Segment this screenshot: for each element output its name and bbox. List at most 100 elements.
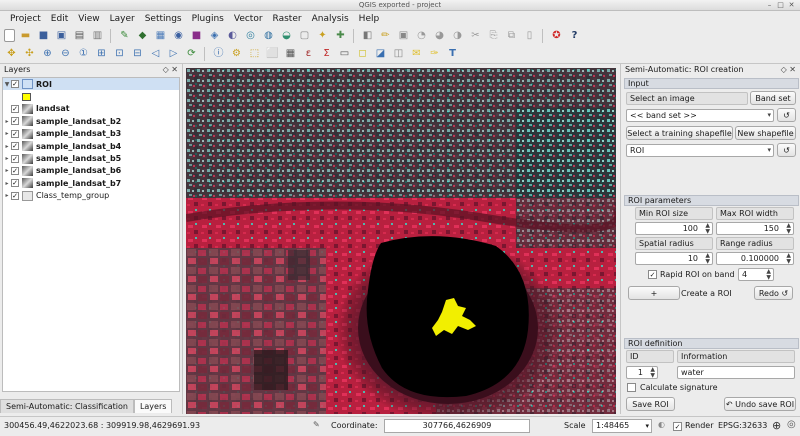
spatial-radius-spinbox[interactable]: 10 ▲ ▼ bbox=[635, 252, 713, 265]
pan-icon[interactable]: ✥ bbox=[4, 47, 19, 62]
tab-semi-automatic-classification[interactable]: Semi-Automatic: Classification bbox=[0, 399, 134, 413]
field-calculator-icon[interactable]: ε bbox=[301, 47, 316, 62]
menu-raster[interactable]: Raster bbox=[268, 14, 307, 24]
layer-row-roi[interactable]: ▼ ✓ ROI bbox=[3, 78, 179, 91]
pan-to-selection-icon[interactable]: ✣ bbox=[22, 47, 37, 62]
minimize-icon[interactable]: – bbox=[765, 1, 774, 10]
layer-row-b7[interactable]: ▸ ✓ sample_landsat_b7 bbox=[3, 177, 179, 189]
expand-arrow-icon[interactable]: ▸ bbox=[3, 180, 11, 187]
zoom-next-icon[interactable]: ▷ bbox=[166, 47, 181, 62]
expand-arrow-icon[interactable]: ▸ bbox=[3, 118, 11, 125]
rapid-roi-checkbox[interactable]: ✓ bbox=[648, 270, 657, 279]
zoom-last-icon[interactable]: ◁ bbox=[148, 47, 163, 62]
expand-arrow-icon[interactable]: ▸ bbox=[3, 155, 11, 162]
run-feature-action-icon[interactable]: ⚙ bbox=[229, 47, 244, 62]
min-roi-size-spinbox[interactable]: 100 ▲ ▼ bbox=[635, 222, 713, 235]
digitize-icon[interactable]: ✎ bbox=[117, 28, 132, 43]
deselect-icon[interactable]: ⬜ bbox=[265, 47, 280, 62]
map-canvas[interactable] bbox=[186, 68, 616, 414]
roi-id-spinbox[interactable]: 1 ▲ ▼ bbox=[626, 366, 658, 379]
menu-analysis[interactable]: Analysis bbox=[307, 14, 354, 24]
refresh-image-button[interactable]: ↺ bbox=[777, 108, 796, 122]
select-features-icon[interactable]: ⬚ bbox=[247, 47, 262, 62]
zoom-out-icon[interactable]: ⊖ bbox=[58, 47, 73, 62]
menu-vector[interactable]: Vector bbox=[229, 14, 268, 24]
tab-layers[interactable]: Layers bbox=[133, 399, 173, 413]
add-oracle-icon[interactable]: ◐ bbox=[225, 28, 240, 43]
panel-float-close-icon[interactable]: ◇ ✕ bbox=[781, 65, 796, 74]
spin-arrows-icon[interactable]: ▲ ▼ bbox=[766, 269, 771, 281]
node-tool-icon[interactable]: ◑ bbox=[450, 28, 465, 43]
save-roi-button[interactable]: Save ROI bbox=[626, 397, 675, 411]
new-shapefile-icon[interactable]: ✦ bbox=[315, 28, 330, 43]
add-feature-icon[interactable]: ◔ bbox=[414, 28, 429, 43]
layer-row-b4[interactable]: ▸ ✓ sample_landsat_b4 bbox=[3, 140, 179, 152]
layer-visibility-checkbox[interactable]: ✓ bbox=[11, 166, 19, 175]
save-project-icon[interactable]: ■ bbox=[36, 28, 51, 43]
layer-row-b6[interactable]: ▸ ✓ sample_landsat_b6 bbox=[3, 165, 179, 177]
text-annotation-icon[interactable]: ✉ bbox=[409, 47, 424, 62]
new-bookmark-icon[interactable]: ◪ bbox=[373, 47, 388, 62]
new-project-icon[interactable] bbox=[4, 29, 15, 42]
layer-visibility-checkbox[interactable]: ✓ bbox=[11, 80, 19, 89]
layer-visibility-checkbox[interactable]: ✓ bbox=[11, 104, 19, 113]
range-radius-spinbox[interactable]: 0.100000 ▲ ▼ bbox=[716, 252, 794, 265]
paste-features-icon[interactable]: ▯ bbox=[522, 28, 537, 43]
spin-arrows-icon[interactable]: ▲ ▼ bbox=[705, 253, 710, 265]
layer-visibility-checkbox[interactable]: ✓ bbox=[11, 142, 19, 151]
select-training-shapefile-button[interactable]: Select a training shapefile bbox=[626, 126, 733, 140]
expand-arrow-icon[interactable]: ▸ bbox=[3, 192, 11, 199]
expand-arrow-icon[interactable]: ▸ bbox=[3, 167, 11, 174]
image-combo[interactable]: << band set >> ▾ bbox=[626, 109, 774, 122]
maximize-icon[interactable]: □ bbox=[776, 1, 785, 10]
move-feature-icon[interactable]: ◕ bbox=[432, 28, 447, 43]
zoom-to-selection-icon[interactable]: ⊡ bbox=[112, 47, 127, 62]
layer-tree[interactable]: ▼ ✓ ROI ✓ landsat ▸ ✓ sample_landsat_b2 … bbox=[2, 77, 180, 392]
spin-arrows-icon[interactable]: ▲ ▼ bbox=[786, 253, 791, 265]
menu-help[interactable]: Help bbox=[354, 14, 385, 24]
zoom-to-layer-icon[interactable]: ⊟ bbox=[130, 47, 145, 62]
add-mssql-icon[interactable]: ◈ bbox=[207, 28, 222, 43]
open-project-icon[interactable]: ▬ bbox=[18, 28, 33, 43]
layer-row-b3[interactable]: ▸ ✓ sample_landsat_b3 bbox=[3, 128, 179, 140]
show-bookmarks-icon[interactable]: ◫ bbox=[391, 47, 406, 62]
save-edits-icon[interactable]: ▣ bbox=[396, 28, 411, 43]
add-spatialite-icon[interactable]: ■ bbox=[189, 28, 204, 43]
add-wms-icon[interactable]: ◎ bbox=[243, 28, 258, 43]
cut-features-icon[interactable]: ⎘ bbox=[486, 28, 501, 43]
save-as-icon[interactable]: ▣ bbox=[54, 28, 69, 43]
undo-save-roi-button[interactable]: ↶ Undo save ROI bbox=[724, 397, 796, 411]
toggle-editing-icon[interactable]: ✏ bbox=[378, 28, 393, 43]
collapse-arrow-icon[interactable]: ▼ bbox=[3, 81, 11, 88]
spin-arrows-icon[interactable]: ▲ ▼ bbox=[650, 367, 655, 379]
new-shapefile-button[interactable]: New shapefile bbox=[735, 126, 796, 140]
composer-manager-icon[interactable]: ▥ bbox=[90, 28, 105, 43]
map-tips-icon[interactable]: ◻ bbox=[355, 47, 370, 62]
current-edits-icon[interactable]: ◧ bbox=[360, 28, 375, 43]
spin-arrows-icon[interactable]: ▲ ▼ bbox=[705, 223, 710, 235]
menu-view[interactable]: View bbox=[73, 14, 104, 24]
menu-plugins[interactable]: Plugins bbox=[187, 14, 229, 24]
coordinate-toggle-icon[interactable]: ✎ bbox=[313, 420, 320, 429]
layer-visibility-checkbox[interactable]: ✓ bbox=[11, 179, 19, 188]
menu-edit[interactable]: Edit bbox=[46, 14, 73, 24]
rapid-band-spinbox[interactable]: 4 ▲ ▼ bbox=[738, 268, 774, 281]
redo-button[interactable]: Redo ↺ bbox=[754, 286, 793, 300]
coordinate-field[interactable]: 307766,4626909 bbox=[384, 419, 530, 433]
close-icon[interactable]: ✕ bbox=[787, 1, 796, 10]
render-checkbox[interactable]: ✓ bbox=[673, 422, 682, 431]
layer-row-b2[interactable]: ▸ ✓ sample_landsat_b2 bbox=[3, 115, 179, 127]
layer-visibility-checkbox[interactable]: ✓ bbox=[11, 191, 19, 200]
layer-visibility-checkbox[interactable]: ✓ bbox=[11, 154, 19, 163]
help-lifebuoy-icon[interactable]: ✪ bbox=[549, 28, 564, 43]
crs-globe-icon[interactable]: ⊕ bbox=[772, 419, 781, 432]
measure-line-icon[interactable]: ▭ bbox=[337, 47, 352, 62]
layer-row-landsat[interactable]: ✓ landsat bbox=[3, 103, 179, 115]
shapefile-combo[interactable]: ROI ▾ bbox=[626, 144, 774, 157]
layer-visibility-checkbox[interactable]: ✓ bbox=[11, 117, 19, 126]
crs-status[interactable]: EPSG:32633 bbox=[718, 421, 767, 430]
menu-project[interactable]: Project bbox=[5, 14, 46, 24]
zoom-in-icon[interactable]: ⊕ bbox=[40, 47, 55, 62]
stop-render-icon[interactable]: ◐ bbox=[658, 420, 665, 429]
copy-features-icon[interactable]: ⧉ bbox=[504, 28, 519, 43]
